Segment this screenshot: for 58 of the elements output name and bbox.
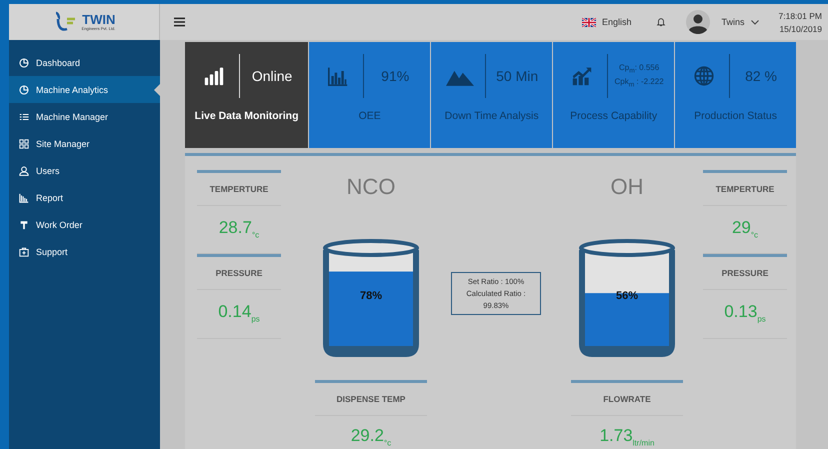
chevron-down-icon xyxy=(750,20,759,24)
hammer-icon xyxy=(19,220,29,230)
notification-bell-icon[interactable] xyxy=(656,17,666,27)
grid-icon xyxy=(19,138,29,148)
pie-chart-icon xyxy=(19,58,29,68)
menu-icon[interactable] xyxy=(174,17,185,27)
metric-tile[interactable]: Online Live Data Monitoring xyxy=(185,42,308,148)
list-icon xyxy=(19,112,29,122)
stat-label: TEMPERTURE xyxy=(197,173,281,206)
stat-value: 29$_{°c}$ xyxy=(703,206,787,254)
bar-chart-icon xyxy=(328,66,348,86)
stat-label: FLOWRATE xyxy=(571,383,683,416)
tile-value: 91% xyxy=(381,68,410,84)
signal-bars-icon xyxy=(204,66,224,86)
first-aid-kit-icon xyxy=(19,246,29,256)
tile-value: 82 % xyxy=(745,68,777,84)
level-reading: 56% xyxy=(614,290,640,302)
tile-label: Production Status xyxy=(694,110,777,122)
tile-label: OEE xyxy=(358,110,381,122)
logo-wordmark: TWIN xyxy=(82,13,116,26)
sidebar-item[interactable]: Report xyxy=(9,184,160,211)
level-reading: 78% xyxy=(358,290,384,302)
user-avatar[interactable] xyxy=(686,10,710,34)
stat-label: TEMPERTURE xyxy=(703,173,787,206)
sidebar-item[interactable]: Machine Analytics xyxy=(9,76,160,103)
stat-value: 0.14$_{ps}$ xyxy=(197,290,281,339)
sidebar-item[interactable]: Dashboard xyxy=(9,49,160,76)
tile-value: Online xyxy=(252,68,292,84)
tile-value: Cpk$_{m}$ : -2.222 xyxy=(614,77,664,89)
sidebar-item[interactable]: Support xyxy=(9,238,160,265)
bar-chart-icon xyxy=(19,192,29,202)
stat-value: 28.7$_{°c}$ xyxy=(197,206,281,254)
tile-value: Cp$_{m}$: 0.556 xyxy=(618,63,660,75)
tile-label: Process Capability xyxy=(570,110,658,122)
user-menu[interactable]: Twins xyxy=(722,17,759,27)
stat-label: PRESSURE xyxy=(197,257,281,290)
sidebar-item[interactable]: Machine Manager xyxy=(9,103,160,130)
tank-title: NCO xyxy=(346,173,396,201)
sidebar-item[interactable]: Site Manager xyxy=(9,130,160,157)
stat-value: 29.2$_{°c}$ xyxy=(350,425,392,449)
sidebar-item[interactable]: Work Order xyxy=(9,211,160,238)
tile-label: Down Time Analysis xyxy=(444,110,539,122)
clock-date: 15/10/2019 xyxy=(779,24,822,34)
sidebar-item[interactable]: Users xyxy=(9,157,160,184)
stat-value: 1.73$_{ltr/min}$ xyxy=(598,425,656,449)
flag-icon xyxy=(582,18,596,26)
stat-value: 0.13$_{ps}$ xyxy=(703,290,787,339)
clock-time: 7:18:01 PM xyxy=(778,10,822,20)
stat-label: PRESSURE xyxy=(703,257,787,290)
globe-icon xyxy=(694,66,714,86)
trend-chart-icon xyxy=(572,66,592,86)
tank-title: OH xyxy=(610,173,644,201)
language-selector[interactable]: English xyxy=(582,17,632,27)
pie-chart-icon xyxy=(19,84,29,94)
user-icon xyxy=(19,166,29,176)
tile-label: Live Data Monitoring xyxy=(194,110,299,122)
stat-label: DISPENSE TEMP xyxy=(315,383,427,416)
tile-value: 50 Min xyxy=(496,68,538,84)
